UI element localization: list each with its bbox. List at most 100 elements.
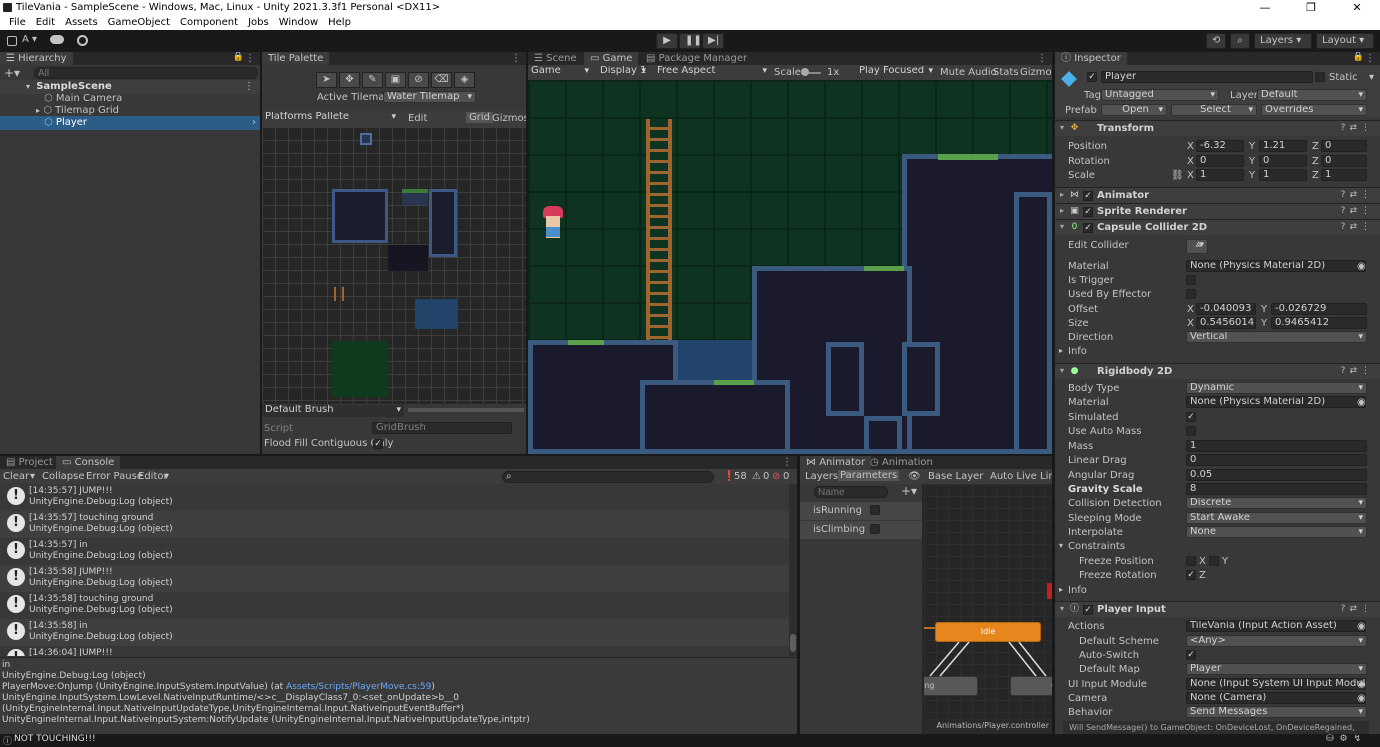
layers-dropdown[interactable]: Layers ▾ — [1254, 33, 1312, 49]
stats-toggle[interactable]: Stats — [993, 67, 1019, 78]
edit-collider-button[interactable]: ⩓ — [1186, 239, 1208, 254]
tab-scene[interactable]: ☰ Scene — [528, 52, 583, 65]
sleeping-mode-dropdown[interactable]: Start Awake — [1186, 512, 1367, 524]
palette-tile[interactable] — [360, 133, 372, 145]
interpolate-dropdown[interactable]: None — [1186, 526, 1367, 538]
link-icon[interactable]: ⛓ — [1171, 170, 1184, 181]
picker-tool-icon[interactable]: ⊘ — [408, 72, 429, 88]
auto-live-link-toggle[interactable]: Auto Live Link — [990, 471, 1052, 482]
log-entry[interactable]: ! [14:35:58] touching ground UnityEngine.D… — [0, 592, 789, 619]
script-link[interactable]: Assets/Scripts/PlayerMove.cs:59 — [286, 682, 431, 692]
clear-dropdown-icon[interactable]: ▾ — [30, 471, 35, 482]
palette-dropdown[interactable]: Platforms Pallete — [262, 112, 399, 124]
lock-icon[interactable]: 🔒 — [233, 52, 244, 62]
error-count-icon[interactable]: ⊘ — [772, 471, 780, 482]
flood-fill-checkbox[interactable]: ✓ — [373, 439, 383, 449]
palette-gizmos-toggle[interactable]: Gizmos — [492, 113, 526, 124]
menu-file[interactable]: File — [4, 15, 31, 30]
scale-y-field[interactable]: 1 — [1259, 169, 1307, 181]
rotation-x-field[interactable]: 0 — [1196, 155, 1244, 167]
eraser-tool-icon[interactable]: ⌫ — [431, 72, 452, 88]
eye-icon[interactable]: 👁 — [908, 471, 921, 482]
component-header-icons[interactable]: ?⇄⋮ — [1341, 222, 1374, 232]
freeze-rotation-z-checkbox[interactable]: ✓ — [1186, 570, 1196, 580]
animator-graph[interactable]: Idle ning C Animations/Player.controller — [924, 484, 1052, 734]
rotation-z-field[interactable]: 0 — [1321, 155, 1367, 167]
position-y-field[interactable]: 1.21 — [1259, 140, 1307, 152]
position-x-field[interactable]: -6.32 — [1196, 140, 1244, 152]
menu-icon[interactable]: ⋮ — [511, 53, 521, 64]
component-header-icons[interactable]: ?⇄⋮ — [1341, 366, 1374, 376]
palette-tile[interactable] — [429, 189, 457, 257]
parameter-bool-checkbox[interactable] — [870, 524, 880, 534]
minimize-button[interactable]: — — [1242, 0, 1288, 15]
prefab-select-button[interactable]: Select — [1171, 104, 1257, 116]
water-tile[interactable] — [415, 299, 457, 329]
tab-project[interactable]: ▤ Project — [0, 456, 59, 469]
body-type-dropdown[interactable]: Dynamic — [1186, 382, 1367, 394]
menu-edit[interactable]: Edit — [31, 15, 60, 30]
collab-icon[interactable] — [77, 35, 88, 46]
tab-animation[interactable]: ◷ Animation — [864, 456, 939, 469]
size-x-field[interactable]: 0.5456014 — [1196, 317, 1256, 329]
log-entry[interactable]: ! [14:35:57] in UnityEngine.Debug:Log (obj… — [0, 538, 789, 565]
log-entry[interactable]: ! [14:35:57] touching ground UnityEngine.D… — [0, 511, 789, 538]
default-map-dropdown[interactable]: Player — [1186, 663, 1367, 675]
tab-hierarchy[interactable]: ☰ Hierarchy — [0, 52, 73, 65]
constraints-foldout[interactable]: Constraints — [1068, 541, 1125, 552]
capsule-info-foldout[interactable]: Info — [1068, 346, 1087, 357]
status-message[interactable]: NOT TOUCHING!!! — [14, 734, 96, 744]
maximize-button[interactable]: ❐ — [1288, 0, 1334, 15]
auto-switch-checkbox[interactable]: ✓ — [1186, 650, 1196, 660]
menu-icon[interactable]: ⋮ — [245, 53, 255, 64]
brush-splitter[interactable] — [408, 408, 524, 412]
log-entry[interactable]: ! [14:35:58] in UnityEngine.Debug:Log (obj… — [0, 619, 789, 646]
angular-drag-field[interactable]: 0.05 — [1186, 469, 1367, 481]
parameters-tab[interactable]: Parameters — [838, 470, 900, 481]
object-picker-icon[interactable]: ◉ — [1357, 693, 1366, 704]
transform-tool-icon[interactable] — [7, 36, 17, 46]
error-pause-toggle[interactable]: Error Pause — [86, 471, 143, 482]
layout-dropdown[interactable]: Layout ▾ — [1316, 33, 1374, 49]
menu-jobs[interactable]: Jobs — [243, 15, 274, 30]
display-dropdown[interactable]: Display 1 — [597, 66, 649, 78]
prefab-open-button[interactable]: Open — [1101, 104, 1167, 116]
menu-icon[interactable]: ⋮ — [782, 457, 792, 468]
log-entry[interactable]: ! [14:35:58] JUMP!!! UnityEngine.Debug:Log… — [0, 565, 789, 592]
parameter-search-input[interactable] — [814, 486, 888, 498]
freeze-position-x-checkbox[interactable] — [1186, 556, 1196, 566]
parameter-row[interactable]: isRunning — [800, 502, 922, 520]
close-button[interactable]: ✕ — [1334, 0, 1380, 15]
rigidbody-header[interactable]: ▾ ● Rigidbody 2D ?⇄⋮ — [1055, 363, 1380, 379]
object-picker-icon[interactable]: ◉ — [1357, 397, 1366, 408]
object-name-field[interactable]: Player — [1101, 71, 1313, 83]
capsule-material-field[interactable]: None (Physics Material 2D) — [1186, 260, 1366, 272]
account-button[interactable]: A ▾ — [22, 34, 37, 45]
menu-window[interactable]: Window — [274, 15, 323, 30]
direction-dropdown[interactable]: Vertical — [1186, 331, 1367, 343]
brush-dropdown[interactable]: Default Brush — [262, 405, 404, 417]
step-button[interactable]: ▶| — [702, 33, 724, 49]
log-entry[interactable]: ! [14:35:57] JUMP!!! UnityEngine.Debug:Log… — [0, 484, 789, 511]
play-button[interactable]: ▶ — [656, 33, 678, 49]
log-entry[interactable]: ! [14:36:04] JUMP!!! — [0, 646, 789, 656]
sprite-renderer-enabled-checkbox[interactable]: ✓ — [1083, 207, 1093, 217]
aspect-dropdown[interactable]: Free Aspect — [654, 66, 770, 78]
menu-help[interactable]: Help — [323, 15, 356, 30]
object-picker-icon[interactable]: ◉ — [1357, 261, 1366, 272]
log-scrollbar[interactable] — [789, 484, 797, 656]
palette-tile[interactable] — [388, 245, 428, 271]
menu-gameobject[interactable]: GameObject — [103, 15, 175, 30]
component-header-icons[interactable]: ?⇄⋮ — [1341, 123, 1374, 133]
status-icons[interactable]: ⛁⚙↯ — [1326, 734, 1367, 744]
exit-node[interactable] — [1047, 583, 1052, 599]
palette-tile[interactable] — [402, 189, 428, 205]
tag-dropdown[interactable]: Untagged — [1101, 89, 1219, 101]
parameter-bool-checkbox[interactable] — [870, 505, 880, 515]
linear-drag-field[interactable]: 0 — [1186, 454, 1367, 466]
scale-slider-thumb[interactable] — [801, 68, 809, 76]
gizmos-toggle[interactable]: Gizmos — [1020, 67, 1052, 78]
animator-header[interactable]: ▸ ⋈ ✓ Animator ?⇄⋮ — [1055, 187, 1380, 203]
clear-button[interactable]: Clear — [3, 471, 29, 482]
palette-grid-toggle[interactable]: Grid — [466, 112, 493, 123]
